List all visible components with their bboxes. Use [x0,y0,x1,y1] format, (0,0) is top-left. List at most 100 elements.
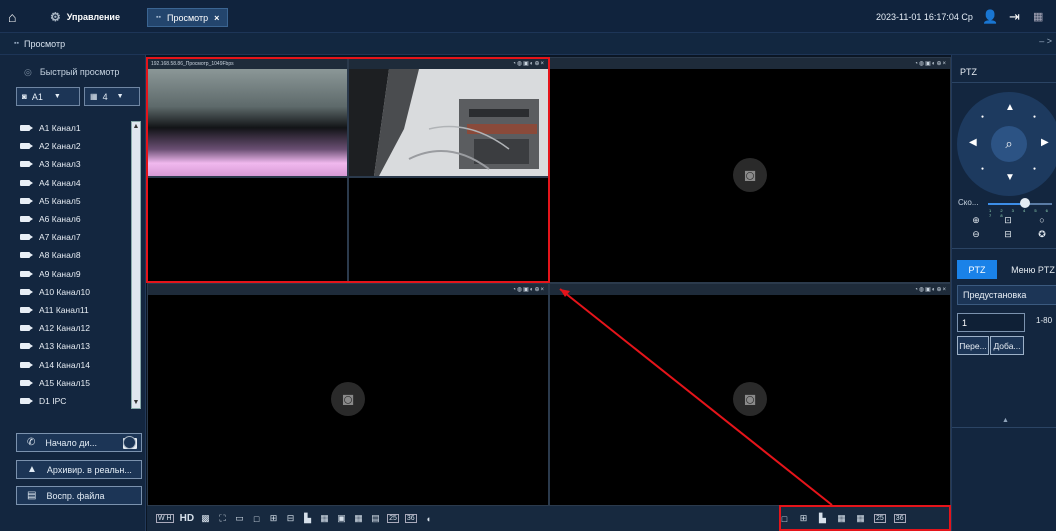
channel-item[interactable]: A2 Канал2 [16,137,142,155]
focus-near-icon[interactable]: ⊡ [1002,215,1014,226]
video-cell-3[interactable] [147,177,348,283]
home-icon[interactable]: ⌂ [8,0,16,33]
split-4-icon[interactable]: ⊞ [268,513,279,524]
split-9-icon[interactable]: ▦ [836,513,847,524]
split-20-icon[interactable]: ▤ [370,513,381,524]
split-9-icon[interactable]: ▦ [319,513,330,524]
speed-slider-handle[interactable] [1019,198,1030,208]
channel-item[interactable]: A7 Канал7 [16,228,142,246]
wh-icon[interactable]: W H [156,514,174,523]
split-8-icon[interactable]: ▙ [817,513,828,524]
channel-item[interactable]: A3 Канал3 [16,155,142,173]
channel-item[interactable]: A9 Канал9 [16,265,142,283]
video-cell-4[interactable] [348,177,549,283]
intercom-label: Начало ди... [45,437,98,448]
preset-number-input[interactable] [957,313,1025,332]
split-6-icon[interactable]: ⊟ [285,513,296,524]
channel-item[interactable]: A10 Канал10 [16,283,142,301]
video-cell-5[interactable]: ◔◍▣◐⊕× ◙ [549,57,951,283]
add-preset-button[interactable]: Доба... [990,336,1024,355]
channel-list-scrollbar[interactable]: ▲ ▼ [131,121,141,409]
split-1-icon[interactable]: □ [779,514,790,524]
video-cell-6[interactable]: ◔◍▣◐⊕× ◙ [147,283,549,506]
channel-item[interactable]: D1 IPC [16,392,142,410]
arrow-down-right-icon[interactable]: ● [1033,166,1036,172]
window-icon[interactable]: ▭ [234,513,245,524]
volume-icon[interactable]: ◖ [423,514,434,524]
zoom-out-icon[interactable]: ⊖ [970,229,982,240]
iris-open-icon[interactable]: ○ [1036,215,1048,225]
tab-ptz-menu[interactable]: Меню PTZ [1008,260,1056,279]
arrow-up-icon[interactable]: ▲ [1005,102,1015,113]
channel-item[interactable]: A15 Канал15 [16,374,142,392]
cell-toolbar-icons[interactable]: ◔◍▣◐⊕× [914,286,947,293]
quick-view-header: ◎ Быстрый просмотр [0,63,146,81]
split-25-icon[interactable]: 25 [874,514,886,523]
fullscreen-icon[interactable]: ⛶ [217,513,228,524]
channel-item[interactable]: A13 Канал13 [16,337,142,355]
tab-live-view[interactable]: ▪▪ Просмотр × [147,8,229,27]
camera-icon [20,216,33,223]
arrow-right-icon[interactable]: ▶ [1041,137,1049,148]
arrow-up-left-icon[interactable]: ● [981,114,984,120]
split-select-value: 4 [102,91,108,102]
stream-select[interactable]: ◙ A1 ▼ [16,87,80,106]
arrow-down-icon[interactable]: ▼ [1005,172,1015,183]
video-cell-7[interactable]: ◔◍▣◐⊕× ◙ [549,283,951,506]
channel-item[interactable]: A12 Канал12 [16,319,142,337]
split-13-icon[interactable]: ▣ [336,513,347,524]
arrow-up-right-icon[interactable]: ● [1033,114,1036,120]
qr-code-icon[interactable]: ▦ [1033,0,1043,33]
minimize-icon[interactable]: – > [1039,36,1052,46]
scroll-down-icon[interactable]: ▼ [132,398,140,408]
management-menu[interactable]: ⚙ Управление [50,0,120,33]
preset-dropdown[interactable]: Предустановка [957,285,1056,305]
channel-item[interactable]: A4 Канал4 [16,174,142,192]
channel-item[interactable]: A5 Канал5 [16,192,142,210]
channel-item[interactable]: A14 Канал14 [16,355,142,373]
split-16-icon[interactable]: ▦ [353,513,364,524]
split-4-icon[interactable]: ⊞ [798,513,809,524]
ptz-center-focus-icon[interactable]: ⌕ [991,126,1027,162]
zoom-in-icon[interactable]: ⊕ [970,215,982,226]
datetime-display: 2023-11-01 16:17:04 Ср [876,11,973,22]
channel-item[interactable]: A11 Канал11 [16,301,142,319]
split-25-icon[interactable]: 25 [387,514,399,523]
split-36-icon[interactable]: 36 [404,514,417,523]
split-16-icon[interactable]: ▦ [855,513,866,524]
cell-toolbar-icons[interactable]: ◔◍▣◐⊕× [512,60,545,67]
close-icon[interactable]: × [214,13,219,23]
hd-toggle[interactable]: HD [180,513,194,524]
focus-far-icon[interactable]: ⊟ [1002,229,1014,240]
channel-item[interactable]: A1 Канал1 [16,119,142,137]
collapse-icon[interactable]: ▲ [1002,417,1009,424]
ptz-direction-pad[interactable]: ▲ ▼ ◀ ▶ ● ● ● ● ⌕ [957,92,1056,196]
realtime-archive-button[interactable]: ▲ Архивир. в реальн... [16,460,142,479]
goto-preset-button[interactable]: Пере... [957,336,989,355]
iris-close-icon[interactable]: ✪ [1036,229,1048,240]
cell-toolbar-icons[interactable]: ◔◍▣◐⊕× [512,286,545,293]
video-cell-2[interactable]: ◔◍▣◐⊕× [348,57,549,177]
logout-icon[interactable]: ⇥ [1009,0,1020,33]
arrow-down-left-icon[interactable]: ● [981,166,984,172]
video-cell-header: ◔◍▣◐⊕× [550,58,950,69]
arrow-left-icon[interactable]: ◀ [969,137,977,148]
user-icon[interactable]: 👤 [982,0,998,33]
camera-icon: ◙ [22,92,27,101]
split-36-icon[interactable]: 36 [893,514,906,523]
file-playback-button[interactable]: ▤ Воспр. файла [16,486,142,505]
tab-ptz[interactable]: PTZ [957,260,997,279]
picture-icon[interactable]: ▩ [200,513,211,524]
channel-label: A2 Канал2 [39,141,81,152]
cell-toolbar-icons[interactable]: ◔◍▣◐⊕× [914,60,947,67]
split-1-icon[interactable]: □ [251,514,262,524]
channel-item[interactable]: A6 Канал6 [16,210,142,228]
split-8-icon[interactable]: ▙ [302,513,313,524]
camera-icon [20,306,33,313]
camera-icon [20,361,33,368]
split-select[interactable]: ▦ 4 ▼ [84,87,140,106]
channel-label: A3 Канал3 [39,159,81,170]
channel-item[interactable]: A8 Канал8 [16,246,142,264]
video-cell-1[interactable]: 192.168.58.86_Просмотр_1049Fbps [147,57,348,177]
scroll-up-icon[interactable]: ▲ [132,122,140,132]
